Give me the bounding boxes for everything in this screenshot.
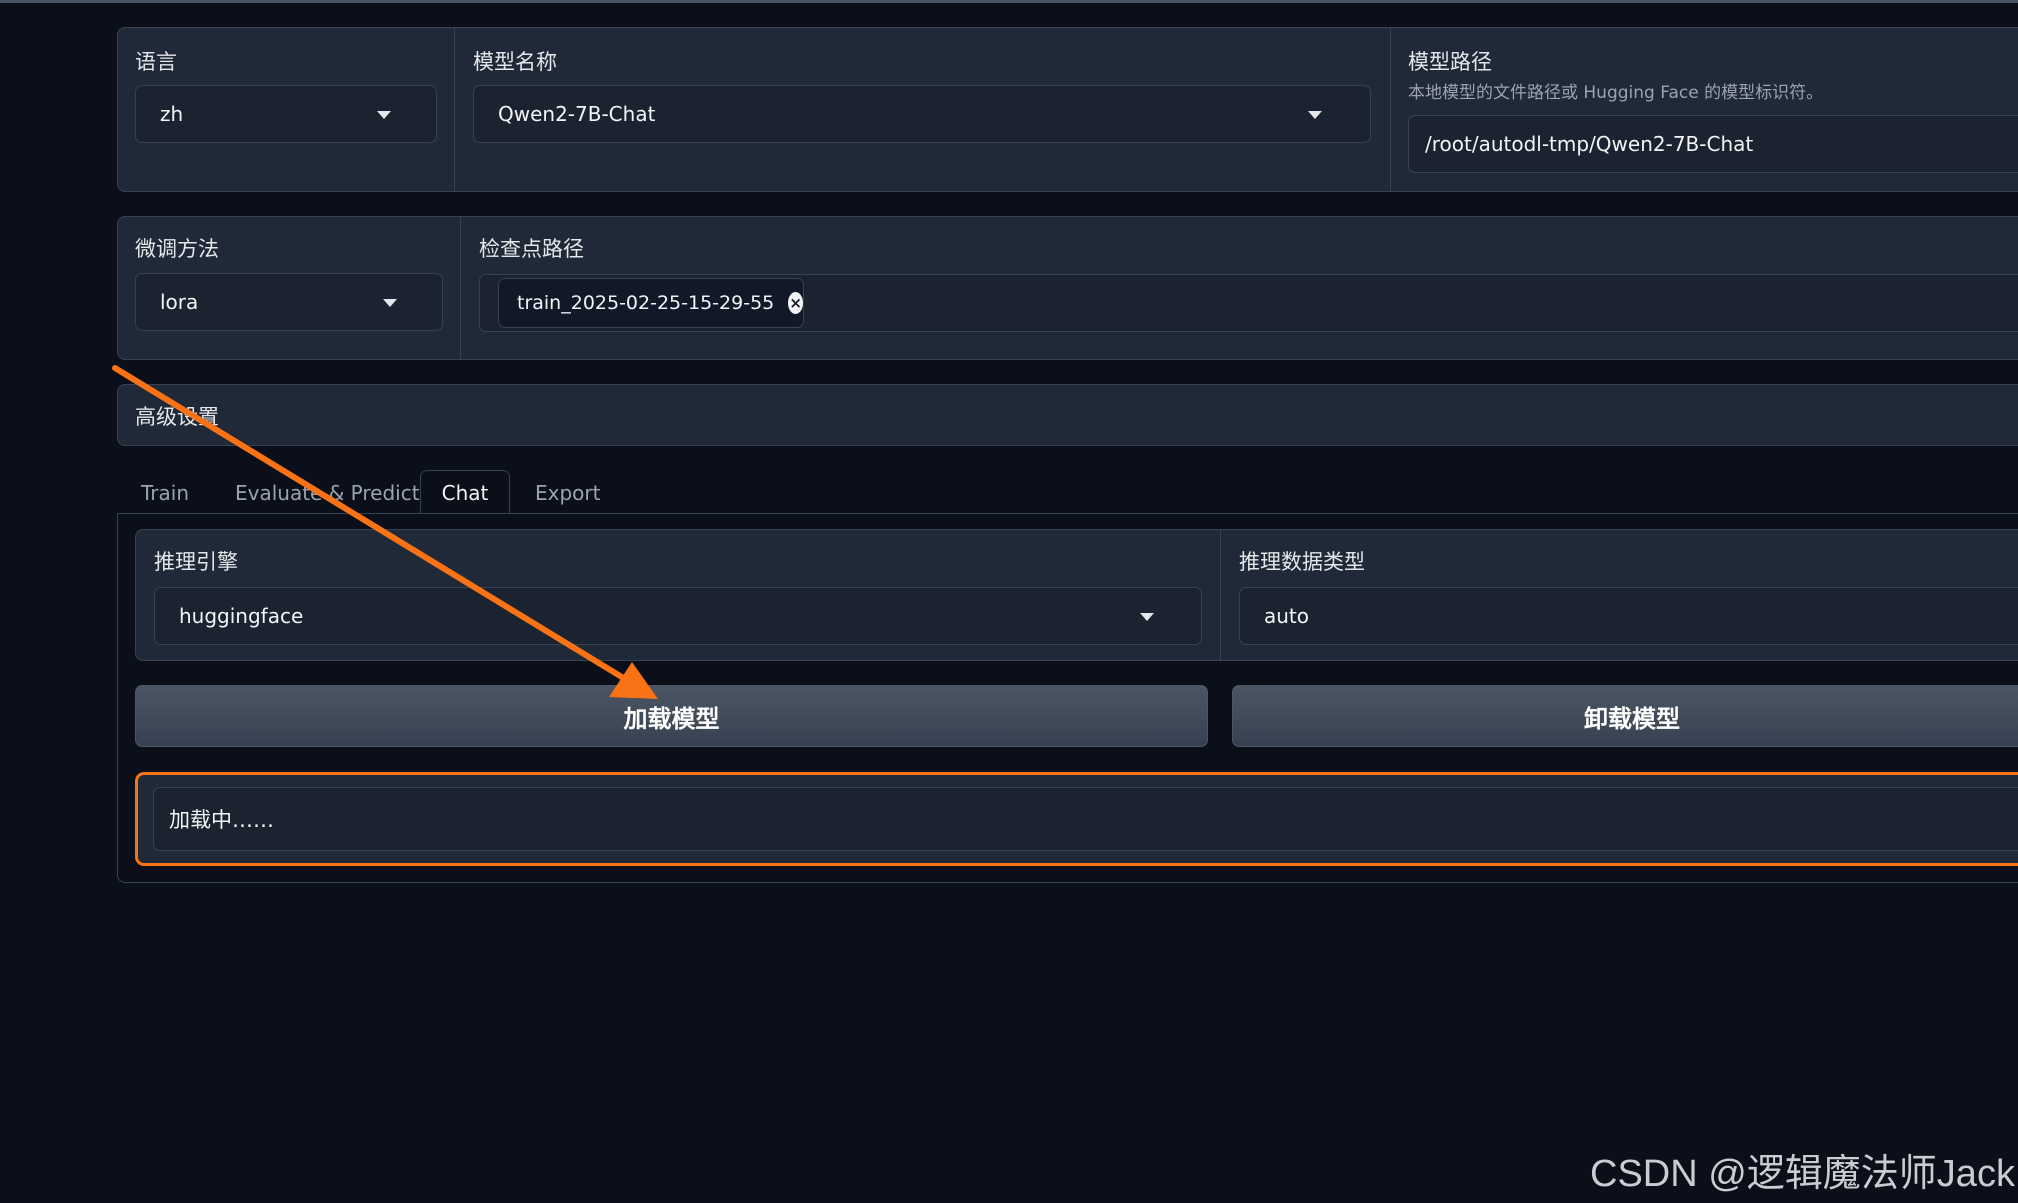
adapter-settings-row: 微调方法 lora 检查点路径 train_2025-02-25-15-29-5… [117,216,2018,360]
model-path-label: 模型路径 [1408,50,1492,74]
status-textbox[interactable]: 加载中…… [153,787,2018,851]
checkpoint-cell: 检查点路径 train_2025-02-25-15-29-55 × [460,217,2018,359]
dtype-value: auto [1264,604,1310,628]
checkpoint-multiselect[interactable]: train_2025-02-25-15-29-55 × [479,274,2018,332]
engine-value: huggingface [179,604,304,628]
finetune-cell: 微调方法 lora [118,217,460,359]
unload-model-button[interactable]: 卸载模型 [1232,685,2018,747]
tab-chat[interactable]: Chat [420,470,510,514]
engine-dropdown[interactable]: huggingface [154,587,1202,645]
chevron-down-icon [383,299,397,307]
checkpoint-chip: train_2025-02-25-15-29-55 × [498,278,804,328]
model-path-input[interactable] [1408,115,2018,173]
language-dropdown[interactable]: zh [135,85,437,143]
model-path-info: 本地模型的文件路径或 Hugging Face 的模型标识符。 [1408,83,1824,103]
tab-train[interactable]: Train [141,481,189,505]
model-name-label: 模型名称 [473,50,557,74]
inference-settings-row: 推理引擎 huggingface 推理数据类型 auto [135,529,2018,661]
advanced-settings-accordion[interactable]: 高级设置 [117,384,2018,446]
top-border [0,0,2018,3]
tab-evaluate-predict[interactable]: Evaluate & Predict [235,481,420,505]
status-panel: 加载中…… [135,772,2018,866]
engine-cell: 推理引擎 huggingface [136,530,1220,660]
model-name-dropdown[interactable]: Qwen2-7B-Chat [473,85,1371,143]
model-path-cell: 模型路径 本地模型的文件路径或 Hugging Face 的模型标识符。 [1390,28,2018,191]
dtype-label: 推理数据类型 [1239,550,1365,574]
checkpoint-label: 检查点路径 [479,237,584,261]
dtype-dropdown[interactable]: auto [1239,587,2018,645]
finetune-value: lora [160,290,199,314]
engine-label: 推理引擎 [154,550,238,574]
watermark: CSDN @逻辑魔法师Jack [1590,1153,2015,1195]
chevron-down-icon [1308,111,1322,119]
tab-export[interactable]: Export [535,481,600,505]
checkpoint-chip-label: train_2025-02-25-15-29-55 [517,292,775,314]
status-text: 加载中…… [169,808,274,832]
finetune-dropdown[interactable]: lora [135,273,443,331]
language-label: 语言 [135,50,177,74]
close-icon[interactable]: × [788,292,803,314]
chevron-down-icon [377,111,391,119]
model-name-cell: 模型名称 Qwen2-7B-Chat [454,28,1390,191]
load-model-button[interactable]: 加载模型 [135,685,1208,747]
language-cell: 语言 zh [118,28,454,191]
language-value: zh [160,102,184,126]
finetune-label: 微调方法 [135,237,219,261]
advanced-settings-label: 高级设置 [135,405,219,429]
model-name-value: Qwen2-7B-Chat [498,102,656,126]
chevron-down-icon [1140,613,1154,621]
dtype-cell: 推理数据类型 auto [1220,530,2018,660]
model-settings-row: 语言 zh 模型名称 Qwen2-7B-Chat 模型路径 本地模型的文件路径或… [117,27,2018,192]
